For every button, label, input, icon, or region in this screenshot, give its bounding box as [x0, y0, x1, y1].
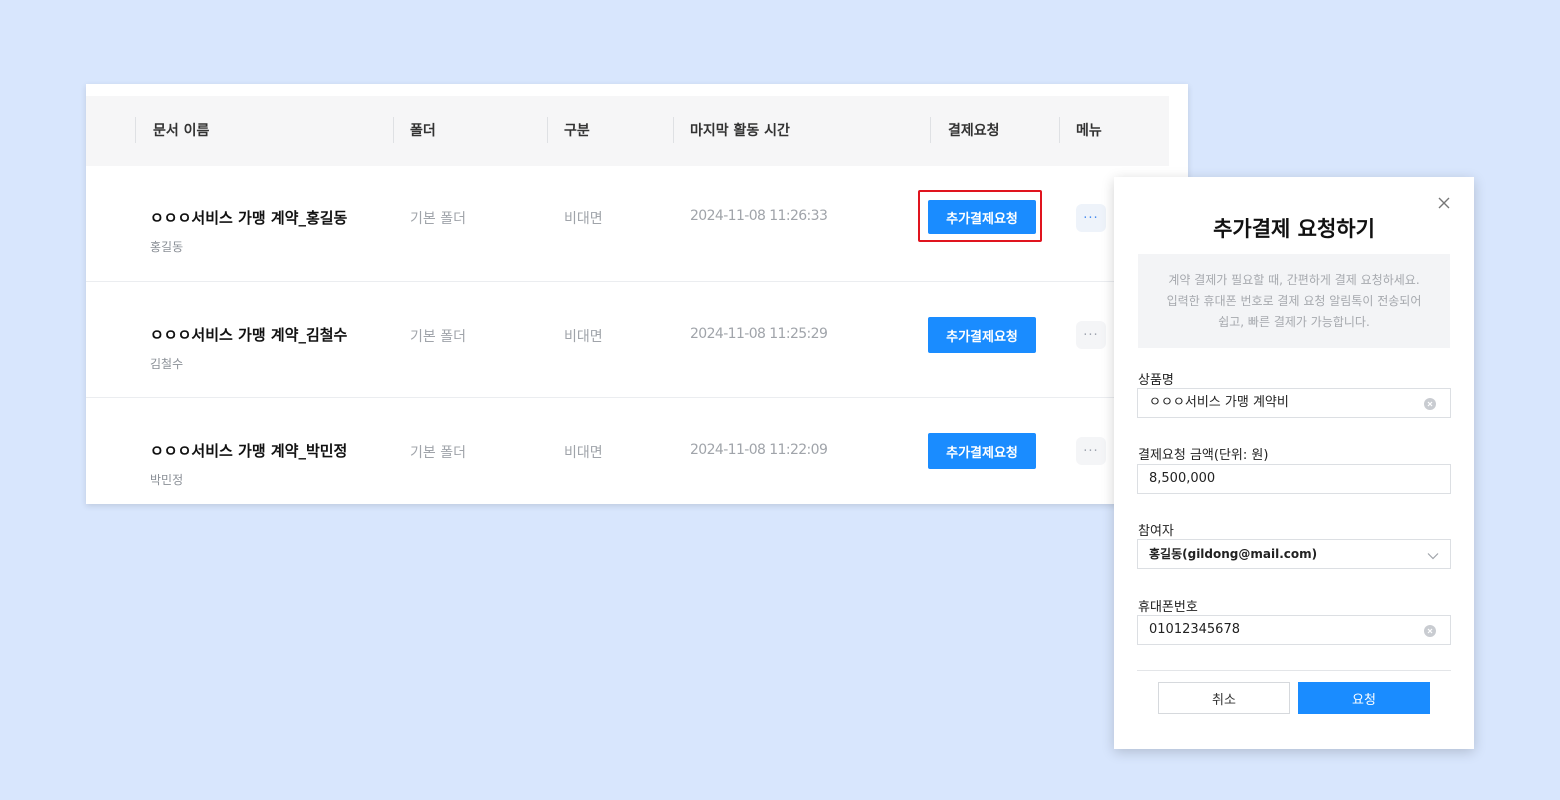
column-separator	[393, 117, 394, 143]
column-separator	[135, 117, 136, 143]
table-header: 문서 이름 폴더 구분 마지막 활동 시간 결제요청 메뉴	[86, 96, 1169, 166]
column-header-folder[interactable]: 폴더	[410, 96, 436, 166]
product-name-label: 상품명	[1138, 373, 1174, 388]
document-title[interactable]: ㅇㅇㅇ서비스 가맹 계약_홍길동	[150, 207, 347, 228]
close-icon[interactable]	[1434, 193, 1454, 213]
last-activity-time: 2024-11-08 11:22:09	[690, 442, 828, 458]
folder-name: 기본 폴더	[410, 445, 466, 461]
more-icon[interactable]: ···	[1076, 204, 1106, 232]
table-row[interactable]: ㅇㅇㅇ서비스 가맹 계약_박민정 박민정 기본 폴더 비대면 2024-11-0…	[86, 398, 1188, 504]
notice-line: 계약 결제가 필요할 때, 간편하게 결제 요청하세요.	[1168, 272, 1420, 287]
phone-input[interactable]	[1149, 616, 1419, 644]
notice-line: 쉽고, 빠른 결제가 가능합니다.	[1218, 314, 1370, 329]
amount-input[interactable]	[1149, 465, 1419, 493]
document-type: 비대면	[564, 329, 603, 345]
cancel-button[interactable]: 취소	[1158, 682, 1290, 714]
more-icon[interactable]: ···	[1076, 437, 1106, 465]
last-activity-time: 2024-11-08 11:25:29	[690, 326, 828, 342]
column-separator	[547, 117, 548, 143]
request-button[interactable]: 요청	[1298, 682, 1430, 714]
product-name-field[interactable]	[1137, 388, 1451, 418]
more-icon[interactable]: ···	[1076, 321, 1106, 349]
last-activity-time: 2024-11-08 11:26:33	[690, 208, 828, 224]
folder-name: 기본 폴더	[410, 329, 466, 345]
amount-field[interactable]	[1137, 464, 1451, 494]
additional-payment-request-button[interactable]: 추가결제요청	[928, 317, 1036, 353]
column-header-menu: 메뉴	[1076, 123, 1102, 139]
document-title[interactable]: ㅇㅇㅇ서비스 가맹 계약_박민정	[150, 440, 347, 461]
document-owner: 박민정	[150, 473, 184, 487]
participant-label: 참여자	[1138, 524, 1174, 539]
folder-name: 기본 폴더	[410, 211, 466, 227]
phone-field[interactable]	[1137, 615, 1451, 645]
column-separator	[1059, 117, 1060, 143]
clear-icon[interactable]	[1424, 398, 1436, 410]
phone-label: 휴대폰번호	[1138, 600, 1198, 615]
amount-label: 결제요청 금액(단위: 원)	[1138, 448, 1269, 463]
participant-select[interactable]: 홍길동(gildong@mail.com)	[1137, 539, 1451, 569]
column-header-document-name[interactable]: 문서 이름	[153, 96, 209, 166]
clear-icon[interactable]	[1424, 625, 1436, 637]
column-header-last-activity[interactable]: 마지막 활동 시간	[690, 96, 790, 166]
notice-line: 입력한 휴대폰 번호로 결제 요청 알림톡이 전송되어	[1166, 293, 1422, 308]
column-header-type[interactable]: 구분	[564, 96, 590, 166]
document-type: 비대면	[564, 445, 603, 461]
table-row[interactable]: ㅇㅇㅇ서비스 가맹 계약_김철수 김철수 기본 폴더 비대면 2024-11-0…	[86, 282, 1188, 397]
document-type: 비대면	[564, 211, 603, 227]
additional-payment-request-button[interactable]: 추가결제요청	[928, 433, 1036, 469]
participant-selected-value: 홍길동(gildong@mail.com)	[1149, 547, 1318, 561]
notice-box: 계약 결제가 필요할 때, 간편하게 결제 요청하세요. 입력한 휴대폰 번호로…	[1138, 254, 1450, 348]
column-separator	[930, 117, 931, 143]
column-separator	[673, 117, 674, 143]
chevron-down-icon[interactable]	[1426, 548, 1440, 562]
document-table: 문서 이름 폴더 구분 마지막 활동 시간 결제요청 메뉴 ㅇㅇㅇ서비스 가맹 …	[86, 84, 1188, 504]
column-header-payment-request: 결제요청	[948, 123, 1000, 139]
modal-title: 추가결제 요청하기	[1213, 217, 1375, 241]
product-name-input[interactable]	[1149, 389, 1419, 417]
additional-payment-modal: 추가결제 요청하기 계약 결제가 필요할 때, 간편하게 결제 요청하세요. 입…	[1114, 177, 1474, 749]
document-owner: 홍길동	[150, 240, 184, 254]
document-title[interactable]: ㅇㅇㅇ서비스 가맹 계약_김철수	[150, 324, 347, 345]
modal-divider	[1137, 670, 1451, 671]
document-owner: 김철수	[150, 357, 184, 371]
highlight-frame	[918, 190, 1042, 242]
